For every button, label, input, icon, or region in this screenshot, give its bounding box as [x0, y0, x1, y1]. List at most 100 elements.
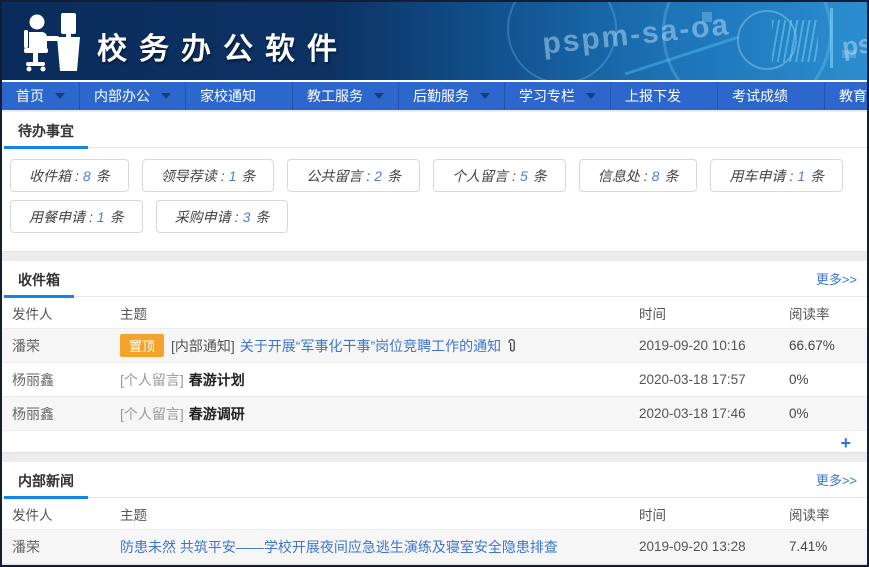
nav-item-home[interactable]: 首页 [2, 82, 80, 110]
table-row: 潘荣 置顶 [内部通知] 关于开展“军事化干事”岗位竞聘工作的通知 2019-0… [2, 329, 867, 363]
nav-item-staff-services[interactable]: 教工服务 [293, 82, 399, 110]
inbox-table-header: 发件人 主题 时间 阅读率 [2, 297, 867, 329]
nav-item-home-school-notice[interactable]: 家校通知 [186, 82, 293, 110]
todo-button-inbox[interactable]: 收件箱:8条 [10, 159, 129, 192]
column-header-subject: 主题 [120, 303, 639, 323]
todo-button-purchase-request[interactable]: 采购申请:3条 [156, 200, 289, 233]
todo-count: 1 [797, 168, 805, 184]
todo-separator: : [644, 168, 648, 184]
column-header-subject: 主题 [120, 504, 639, 524]
todo-separator: : [221, 168, 225, 184]
todo-button-list: 收件箱:8条 领导荐读:1条 公共留言:2条 个人留言:5条 信息处:8条 用车… [2, 148, 867, 241]
column-header-time: 时间 [639, 303, 789, 323]
column-header-rate: 阅读率 [789, 504, 867, 524]
todo-button-label: 采购申请 [175, 207, 231, 227]
nav-item-study-column[interactable]: 学习专栏 [505, 82, 611, 110]
pinned-badge: 置顶 [120, 334, 164, 357]
todo-button-personal-message[interactable]: 个人留言:5条 [433, 159, 566, 192]
sender-name: 潘荣 [2, 537, 120, 557]
todo-button-meal-request[interactable]: 用餐申请:1条 [10, 200, 143, 233]
nav-item-label: 考试成绩 [732, 86, 788, 106]
todo-button-leader-reading[interactable]: 领导荐读:1条 [142, 159, 275, 192]
page-content: 待办事宜 收件箱:8条 领导荐读:1条 公共留言:2条 个人留言:5条 信息处:… [2, 110, 867, 565]
todo-section-title: 待办事宜 [4, 112, 88, 149]
todo-unit: 条 [533, 166, 547, 186]
todo-separator: : [512, 168, 516, 184]
row-time: 2019-09-20 10:16 [639, 338, 789, 353]
nav-item-label: 教工服务 [307, 86, 363, 106]
chevron-down-icon [374, 93, 384, 99]
inbox-section-title: 收件箱 [4, 261, 74, 298]
chevron-down-icon [161, 93, 171, 99]
news-section-header: 内部新闻 更多>> [2, 462, 867, 498]
todo-unit: 条 [110, 207, 124, 227]
sender-name: 杨丽鑫 [2, 370, 120, 390]
news-section: 内部新闻 更多>> 发件人 主题 时间 阅读率 潘荣 防患未然 共筑平安——学校… [2, 462, 867, 565]
news-table-header: 发件人 主题 时间 阅读率 [2, 498, 867, 530]
column-header-sender: 发件人 [2, 504, 120, 524]
todo-button-label: 领导荐读 [161, 166, 217, 186]
nav-item-education-bigdata[interactable]: 教育大数据 [825, 82, 869, 110]
row-read-rate: 0% [789, 406, 867, 421]
todo-separator: : [235, 209, 239, 225]
header-pattern [830, 8, 833, 68]
nav-item-exam-scores[interactable]: 考试成绩 [718, 82, 825, 110]
todo-count: 5 [520, 168, 528, 184]
todo-separator: : [366, 168, 370, 184]
row-time: 2019-09-20 13:28 [639, 539, 789, 554]
todo-unit: 条 [664, 166, 678, 186]
todo-button-label: 用餐申请 [29, 207, 85, 227]
table-row: 潘荣 防患未然 共筑平安——学校开展夜间应急逃生演练及寝室安全隐患排查 2019… [2, 530, 867, 564]
app-title: 校务办公软件 [97, 24, 349, 68]
expand-plus-icon[interactable]: + [840, 434, 851, 452]
todo-unit: 条 [387, 166, 401, 186]
subject-link[interactable]: 春游调研 [189, 404, 245, 424]
nav-item-label: 后勤服务 [413, 86, 469, 106]
todo-count: 8 [652, 168, 660, 184]
main-nav: 首页 内部办公 家校通知 教工服务 后勤服务 学习专栏 上报下发 考试成绩 [2, 80, 867, 110]
todo-separator: : [89, 209, 93, 225]
todo-count: 8 [83, 168, 91, 184]
todo-button-label: 收件箱 [29, 166, 71, 186]
todo-unit: 条 [241, 166, 255, 186]
header-pattern [772, 20, 818, 62]
column-header-time: 时间 [639, 504, 789, 524]
column-header-rate: 阅读率 [789, 303, 867, 323]
todo-count: 3 [243, 209, 251, 225]
nav-item-label: 内部办公 [94, 86, 150, 106]
table-row: 杨丽鑫 [个人留言] 春游计划 2020-03-18 17:57 0% [2, 363, 867, 397]
news-more-link[interactable]: 更多>> [816, 470, 857, 497]
todo-unit: 条 [255, 207, 269, 227]
todo-count: 1 [97, 209, 105, 225]
todo-separator: : [75, 168, 79, 184]
chevron-down-icon [586, 93, 596, 99]
chevron-down-icon [480, 93, 490, 99]
row-read-rate: 66.67% [789, 338, 867, 353]
inbox-section-header: 收件箱 更多>> [2, 261, 867, 297]
table-row: 杨丽鑫 [个人留言] 春游调研 2020-03-18 17:46 0% [2, 397, 867, 431]
subject-link[interactable]: 关于开展“军事化干事”岗位竞聘工作的通知 [240, 336, 501, 356]
nav-item-label: 首页 [16, 86, 44, 106]
todo-button-label: 用车申请 [729, 166, 785, 186]
inbox-more-link[interactable]: 更多>> [816, 269, 857, 296]
row-read-rate: 7.41% [789, 539, 867, 554]
header-watermark-text-right: ps [840, 28, 867, 63]
nav-item-internal-office[interactable]: 内部办公 [80, 82, 186, 110]
todo-button-public-message[interactable]: 公共留言:2条 [287, 159, 420, 192]
column-header-sender: 发件人 [2, 303, 120, 323]
subject-link[interactable]: 防患未然 共筑平安——学校开展夜间应急逃生演练及寝室安全隐患排查 [120, 537, 558, 557]
row-read-rate: 0% [789, 372, 867, 387]
nav-item-label: 教育大数据 [839, 86, 869, 106]
inbox-footer: + [2, 431, 867, 455]
todo-button-label: 信息处 [598, 166, 640, 186]
todo-button-vehicle-request[interactable]: 用车申请:1条 [710, 159, 843, 192]
nav-item-report-distribute[interactable]: 上报下发 [611, 82, 718, 110]
todo-button-info-office[interactable]: 信息处:8条 [579, 159, 698, 192]
nav-item-logistics-services[interactable]: 后勤服务 [399, 82, 505, 110]
app-logo-person-at-desk-icon [16, 9, 86, 78]
inbox-section: 收件箱 更多>> 发件人 主题 时间 阅读率 潘荣 置顶 [内部通知] 关于开展… [2, 261, 867, 453]
subject-link[interactable]: 春游计划 [189, 370, 245, 390]
sender-name: 杨丽鑫 [2, 404, 120, 424]
news-section-title: 内部新闻 [4, 462, 88, 499]
todo-unit: 条 [96, 166, 110, 186]
